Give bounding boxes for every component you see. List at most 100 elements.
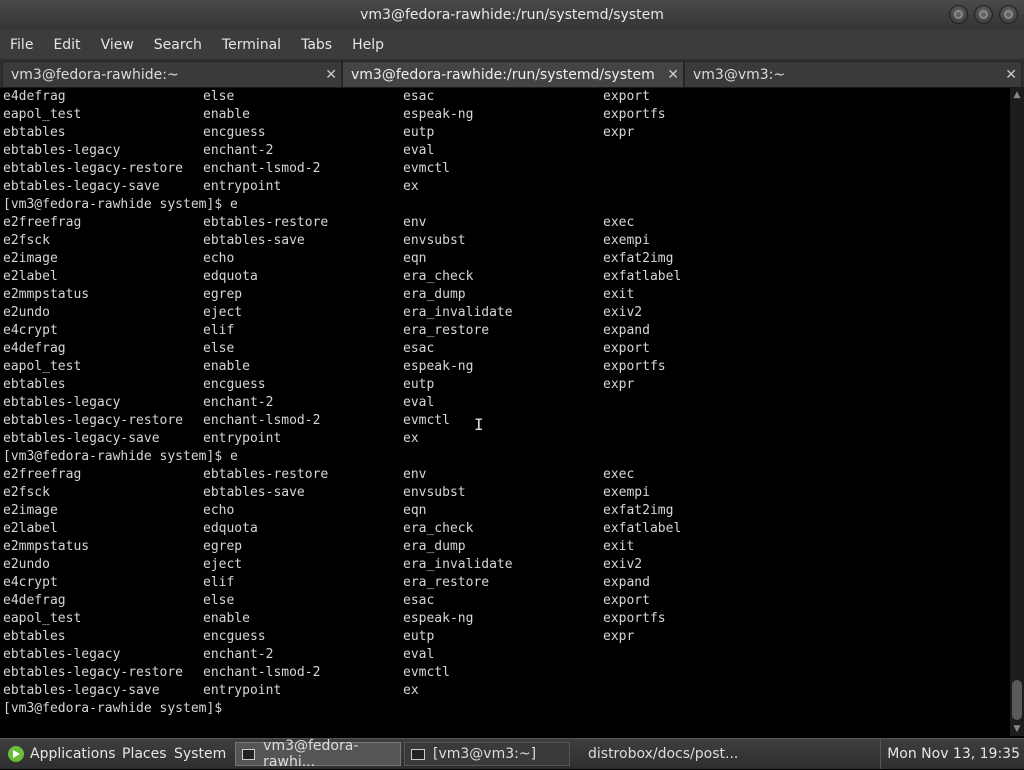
command-name: espeak-ng	[403, 107, 474, 122]
prompt-text: [vm3@fedora-rawhide system]$ e	[3, 197, 238, 212]
prompt-text: [vm3@fedora-rawhide system]$ e	[3, 449, 238, 464]
command-name: encguess	[203, 629, 266, 644]
task-terminal-vm3[interactable]: [vm3@vm3:~]	[404, 742, 570, 766]
command-name: edquota	[203, 521, 258, 536]
output-line: e4crypt elif era_restore expand	[3, 322, 1003, 340]
task-firefox[interactable]: distrobox/docs/post...	[573, 742, 739, 766]
tab-vm3[interactable]: vm3@vm3:~ ✕	[684, 61, 1022, 87]
menu-terminal[interactable]: Terminal	[212, 37, 291, 53]
command-name: era_dump	[403, 287, 466, 302]
minimize-button[interactable]	[949, 5, 968, 24]
menu-tabs[interactable]: Tabs	[291, 37, 342, 53]
clock[interactable]: Mon Nov 13, 19:35	[880, 739, 1020, 769]
output-line: e2label edquota era_check exfatlabel	[3, 268, 1003, 286]
output-line: e2mmpstatus egrep era_dump exit	[3, 286, 1003, 304]
output-line: ebtables encguess eutp expr	[3, 124, 1003, 142]
command-name: exportfs	[603, 611, 666, 626]
menu-edit[interactable]: Edit	[43, 37, 90, 53]
menu-help[interactable]: Help	[342, 37, 394, 53]
command-name: echo	[203, 503, 235, 518]
command-name: exec	[603, 215, 635, 230]
command-name: ebtables-legacy-restore	[3, 161, 184, 176]
command-name: e2mmpstatus	[3, 287, 90, 302]
command-name: else	[203, 89, 235, 104]
command-name: espeak-ng	[403, 359, 474, 374]
command-name: enchant-2	[203, 143, 274, 158]
command-name: encguess	[203, 125, 266, 140]
command-name: era_check	[403, 269, 474, 284]
menu-file[interactable]: File	[0, 37, 43, 53]
command-name: esac	[403, 593, 435, 608]
command-name: eapol_test	[3, 359, 82, 374]
command-name: eutp	[403, 125, 435, 140]
command-name: exfatlabel	[603, 521, 682, 536]
task-terminal-fedora[interactable]: vm3@fedora-rawhi...	[235, 738, 401, 770]
output-line: e4defrag else esac export	[3, 340, 1003, 358]
terminal-icon	[242, 748, 256, 760]
terminal-output[interactable]: e4defrag else esac export eapol_test enable es…	[0, 88, 1010, 736]
menu-view[interactable]: View	[91, 37, 144, 53]
command-name: ebtables-legacy-save	[3, 683, 160, 698]
close-icon[interactable]: ✕	[1005, 67, 1017, 83]
command-name: ex	[403, 683, 419, 698]
command-name: eval	[403, 143, 435, 158]
scroll-up-icon[interactable]: ▲	[1010, 88, 1024, 102]
command-name: e2freefrag	[3, 467, 82, 482]
command-name: e2image	[3, 251, 58, 266]
output-line: ebtables-legacy-restore enchant-lsmod-2 ev…	[3, 160, 1003, 178]
command-name: exfatlabel	[603, 269, 682, 284]
output-line: e2label edquota era_check exfatlabel	[3, 520, 1003, 538]
scroll-down-icon[interactable]: ▼	[1010, 722, 1024, 736]
prompt-line: [vm3@fedora-rawhide system]$	[3, 700, 1003, 718]
command-name: eval	[403, 647, 435, 662]
close-icon[interactable]: ✕	[667, 67, 679, 83]
places-menu[interactable]: Places	[122, 739, 167, 769]
menu-search[interactable]: Search	[144, 37, 212, 53]
output-line: ebtables-legacy enchant-2 eval	[3, 142, 1003, 160]
command-name: ebtables-legacy-restore	[3, 413, 184, 428]
command-name: exec	[603, 467, 635, 482]
close-window-button[interactable]	[999, 5, 1018, 24]
window-controls	[949, 5, 1018, 24]
output-line: e2freefrag ebtables-restore env exec	[3, 214, 1003, 232]
command-name: export	[603, 341, 650, 356]
prompt-text: [vm3@fedora-rawhide system]$	[3, 701, 230, 716]
close-icon[interactable]: ✕	[325, 67, 337, 83]
task-label: [vm3@vm3:~]	[433, 746, 537, 762]
command-name: encguess	[203, 377, 266, 392]
command-name: ebtables-legacy-restore	[3, 665, 184, 680]
command-name: expand	[603, 323, 650, 338]
command-name: era_dump	[403, 539, 466, 554]
command-name: eapol_test	[3, 107, 82, 122]
window-titlebar[interactable]: vm3@fedora-rawhide:/run/systemd/system	[0, 0, 1024, 30]
command-name: exportfs	[603, 107, 666, 122]
command-name: e4crypt	[3, 575, 58, 590]
command-name: eval	[403, 395, 435, 410]
system-menu[interactable]: System	[174, 739, 226, 769]
command-name: ebtables-legacy-save	[3, 431, 160, 446]
command-name: e2mmpstatus	[3, 539, 90, 554]
output-line: e2undo eject era_invalidate exiv2	[3, 304, 1003, 322]
applications-menu[interactable]: Applications	[8, 739, 116, 769]
command-name: e2label	[3, 521, 58, 536]
maximize-button[interactable]	[974, 5, 993, 24]
command-name: export	[603, 89, 650, 104]
tab-systemd[interactable]: vm3@fedora-rawhide:/run/systemd/system ✕	[342, 61, 684, 87]
command-name: eapol_test	[3, 611, 82, 626]
command-name: envsubst	[403, 233, 466, 248]
terminal-scrollbar[interactable]: ▲ ▼	[1010, 88, 1024, 736]
command-name: env	[403, 467, 427, 482]
command-name: enchant-lsmod-2	[203, 413, 321, 428]
command-name: enable	[203, 107, 250, 122]
command-name: ebtables-legacy	[3, 647, 121, 662]
output-line: ebtables-legacy enchant-2 eval	[3, 646, 1003, 664]
output-line: e2fsck ebtables-save envsubst exempi	[3, 484, 1003, 502]
command-name: expr	[603, 377, 635, 392]
prompt-line: [vm3@fedora-rawhide system]$ e	[3, 196, 1003, 214]
command-name: e2image	[3, 503, 58, 518]
tab-home[interactable]: vm3@fedora-rawhide:~ ✕	[2, 61, 342, 87]
tab-label: vm3@fedora-rawhide:~	[11, 66, 179, 83]
output-line: ebtables-legacy-restore enchant-lsmod-2 ev…	[3, 664, 1003, 682]
scrollbar-thumb[interactable]	[1012, 680, 1022, 720]
command-name: eqn	[403, 251, 427, 266]
